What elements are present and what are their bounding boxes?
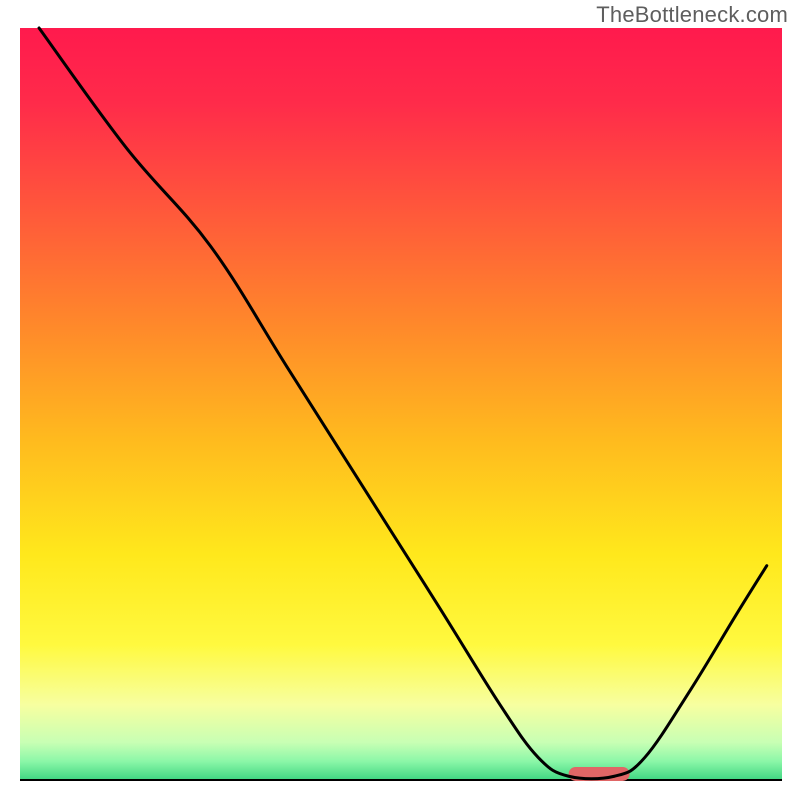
- watermark-text: TheBottleneck.com: [596, 2, 788, 28]
- gradient-background: [20, 28, 782, 780]
- chart-svg: [0, 0, 800, 800]
- bottleneck-chart: TheBottleneck.com: [0, 0, 800, 800]
